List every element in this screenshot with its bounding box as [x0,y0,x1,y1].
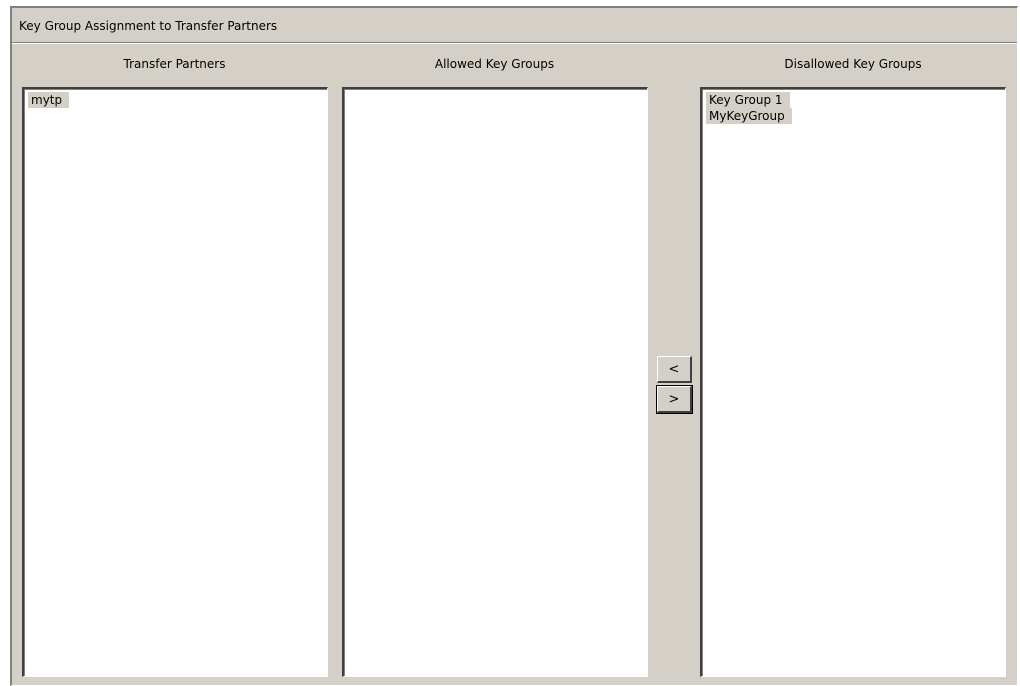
key-group-assignment-panel: Key Group Assignment to Transfer Partner… [10,6,1018,686]
list-item[interactable]: MyKeyGroup [706,108,792,124]
disallowed-key-groups-header: Disallowed Key Groups [784,57,922,71]
transfer-partners-header: Transfer Partners [123,57,226,71]
list-item[interactable]: mytp [28,92,70,108]
allowed-key-groups-header: Allowed Key Groups [434,57,555,71]
move-right-button[interactable]: > [656,385,693,414]
disallowed-key-groups-list[interactable]: Key Group 1 MyKeyGroup [700,87,1006,677]
allowed-key-groups-list[interactable] [342,87,648,677]
transfer-partners-list[interactable]: mytp [22,87,328,677]
panel-title: Key Group Assignment to Transfer Partner… [19,19,278,33]
move-left-button[interactable]: < [657,356,692,383]
list-item[interactable]: Key Group 1 [706,92,790,108]
panel-title-bar: Key Group Assignment to Transfer Partner… [12,8,1017,43]
